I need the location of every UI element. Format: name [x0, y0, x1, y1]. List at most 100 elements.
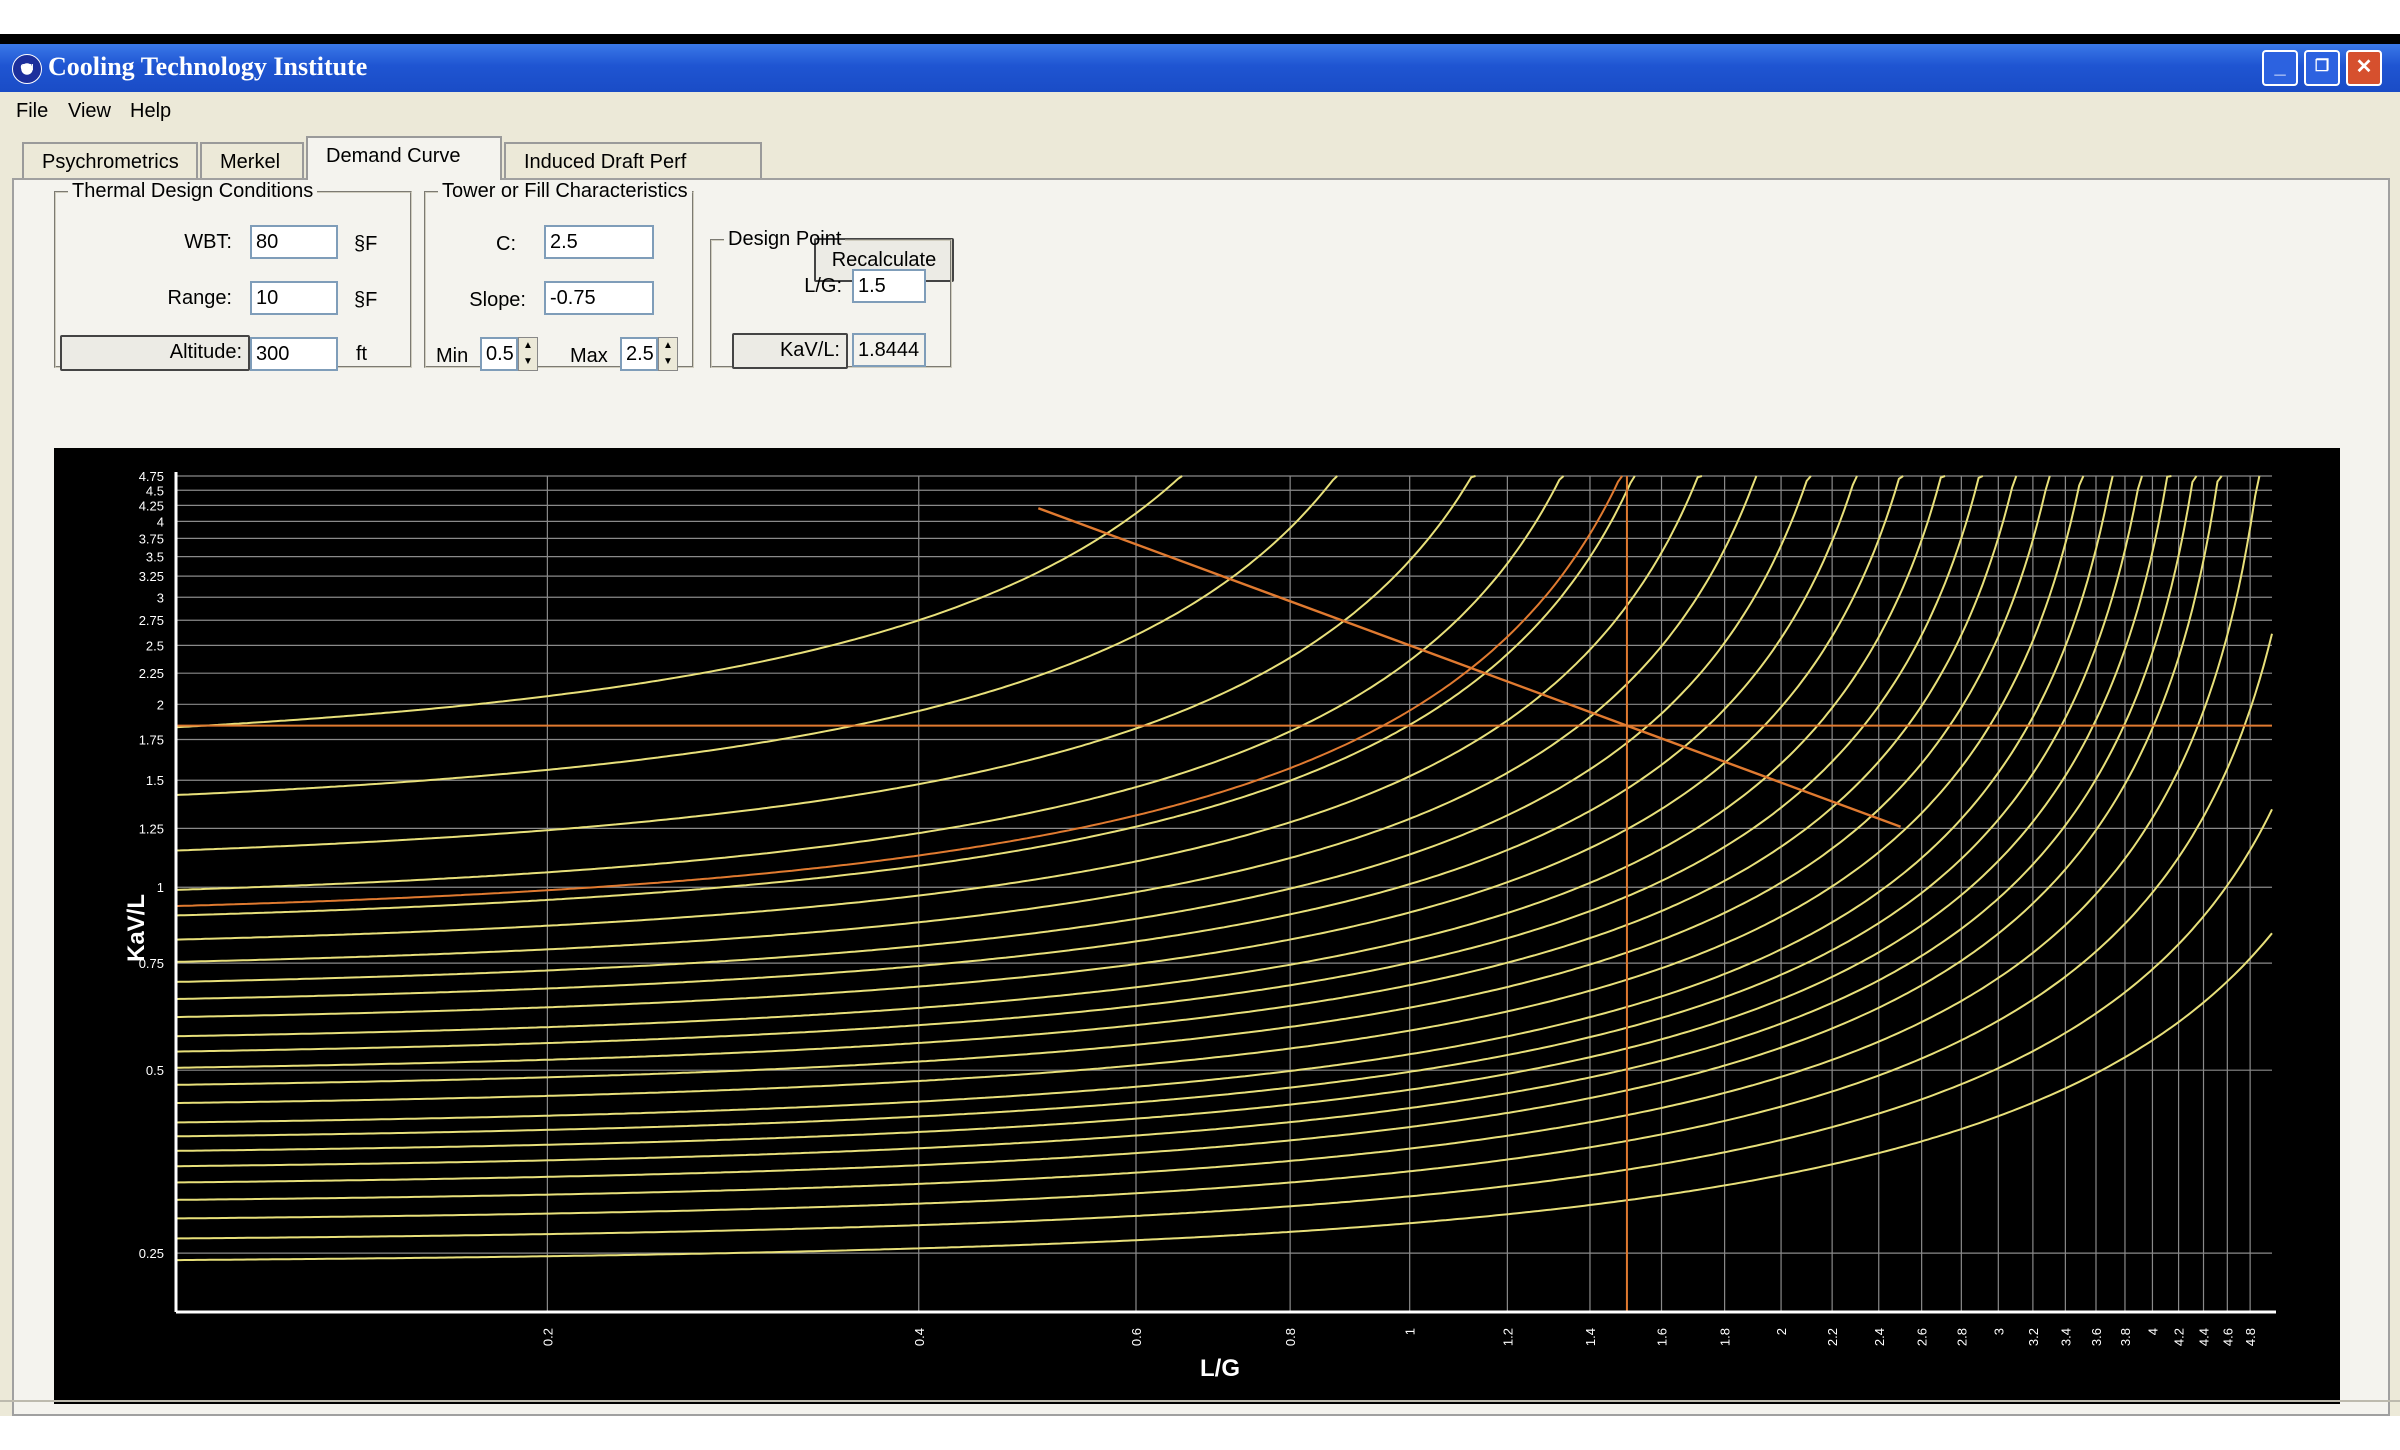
max-input[interactable]: 2.5	[620, 337, 658, 371]
spin-down-icon: ▼	[663, 356, 673, 367]
altitude-button[interactable]: Altitude:	[60, 335, 250, 371]
demand-curve-line	[175, 475, 2261, 1201]
tab-psychrometrics[interactable]: Psychrometrics	[22, 142, 198, 178]
x-tick-label: 4.2	[2172, 1328, 2187, 1346]
slope-input[interactable]: -0.75	[544, 281, 654, 315]
spin-down-icon: ▼	[523, 356, 533, 367]
x-tick-label: 1.6	[1655, 1328, 1670, 1346]
tab-induced-draft-perf-curve[interactable]: Induced Draft Perf Curve	[504, 142, 762, 209]
x-tick-label: 0.4	[912, 1328, 927, 1346]
wbt-unit: §F	[354, 233, 378, 255]
y-tick-label: 1	[157, 880, 164, 895]
x-tick-label: 3.2	[2026, 1328, 2041, 1346]
minimize-icon: _	[2274, 56, 2286, 78]
x-tick-label: 2.2	[1825, 1328, 1840, 1346]
menu-bar: File View Help	[0, 92, 2400, 128]
demand-curve-line	[175, 475, 1636, 917]
c-input[interactable]: 2.5	[544, 225, 654, 259]
x-tick-label: 2.4	[1872, 1328, 1887, 1346]
menu-file[interactable]: File	[16, 100, 48, 123]
x-tick-label: 3	[1991, 1328, 2006, 1335]
app-window: CTI Cooling Technology Institute _ ❐ ✕ F…	[0, 34, 2400, 1416]
demand-curve-chart: 0.2 0.4 0.6 0.8 1 1.2 1.4 1.6 1.8 2 2.2 2.4 2.6 2.8 3 3…	[54, 448, 2340, 1404]
y-tick-label: 4.75	[139, 469, 164, 484]
minimize-button[interactable]: _	[2262, 50, 2298, 86]
x-tick-label: 0.8	[1283, 1328, 1298, 1346]
y-tick-label: 0.25	[139, 1246, 164, 1261]
tab-strip: Psychrometrics Merkel Demand Curve Induc…	[22, 136, 1222, 209]
tower-characteristics-legend: Tower or Fill Characteristics	[442, 180, 688, 202]
altitude-input[interactable]: 300	[250, 337, 338, 371]
status-bar	[0, 1400, 2400, 1428]
demand-curve-line	[175, 475, 2223, 1184]
menu-help[interactable]: Help	[130, 100, 171, 123]
range-input[interactable]: 10	[250, 281, 338, 315]
characteristic-line	[1037, 507, 1902, 828]
range-unit: §F	[354, 289, 378, 311]
x-tick-label: 0.2	[540, 1328, 555, 1346]
spin-up-icon: ▲	[663, 340, 673, 351]
y-tick-label: 3.5	[146, 550, 164, 565]
tab-demand-curve[interactable]: Demand Curve	[306, 136, 502, 180]
x-tick-label: 3.8	[2118, 1328, 2133, 1346]
demand-curve-line	[175, 475, 2172, 1152]
x-tick-label: 4.6	[2220, 1328, 2235, 1346]
x-tick-label: 2.6	[1915, 1328, 1930, 1346]
x-tick-label: 4	[2145, 1328, 2160, 1335]
altitude-unit: ft	[356, 343, 368, 365]
tab-merkel[interactable]: Merkel	[200, 142, 304, 178]
y-tick-label: 3.75	[139, 531, 164, 546]
slope-label: Slope:	[469, 289, 526, 311]
app-logo-icon: CTI	[12, 54, 42, 84]
x-tick-label: 2.8	[1954, 1328, 1969, 1346]
c-label: C:	[496, 233, 516, 255]
y-tick-label: 3.25	[139, 569, 164, 584]
y-tick-label: 4.5	[146, 483, 164, 498]
x-tick-label: 4.8	[2243, 1328, 2258, 1346]
close-icon: ✕	[2355, 56, 2373, 78]
x-tick-label: 1	[1403, 1328, 1418, 1335]
demand-curve-line	[175, 475, 1984, 1053]
max-spinner[interactable]: ▲ ▼	[658, 337, 678, 371]
range-label: Range:	[167, 287, 233, 309]
y-tick-label: 1.5	[146, 773, 164, 788]
wbt-input[interactable]: 80	[250, 225, 338, 259]
y-tick-label: 2.75	[139, 613, 164, 628]
min-label: Min	[436, 345, 469, 367]
y-tick-label: 1.75	[139, 733, 164, 748]
lg-label: L/G:	[804, 275, 842, 297]
y-tick-label: 3	[157, 590, 164, 605]
min-input[interactable]: 0.5	[480, 337, 518, 371]
demand-curve-line	[175, 475, 1858, 1000]
close-button[interactable]: ✕	[2346, 50, 2382, 86]
x-tick-label: 0.6	[1129, 1328, 1144, 1346]
demand-curves	[175, 475, 2273, 1262]
x-tick-label: 4.4	[2197, 1328, 2212, 1346]
y-tick-label: 2.5	[146, 638, 164, 653]
min-spinner[interactable]: ▲ ▼	[518, 337, 538, 371]
design-point-legend: Design Point	[728, 228, 842, 250]
window-title: Cooling Technology Institute	[48, 52, 368, 81]
menu-view[interactable]: View	[68, 100, 111, 123]
y-tick-label: 1.25	[139, 821, 164, 836]
spin-up-icon: ▲	[523, 340, 533, 351]
kavl-output: 1.8444	[852, 333, 926, 367]
x-tick-label: 3.4	[2058, 1328, 2073, 1346]
demand-curve-line	[176, 475, 2198, 1168]
y-tick-label: 4.25	[139, 498, 164, 513]
chart-svg: 0.2 0.4 0.6 0.8 1 1.2 1.4 1.6 1.8 2 2.2 2.4 2.6 2.8 3 3…	[123, 469, 2276, 1382]
y-tick-label: 4	[157, 514, 164, 529]
x-tick-label: 3.6	[2089, 1328, 2104, 1346]
tower-characteristics-group: Tower or Fill Characteristics C: 2.5 Slo…	[424, 180, 694, 371]
x-tick-label: 1.4	[1583, 1328, 1598, 1346]
max-label: Max	[570, 345, 608, 367]
demand-curve-line	[175, 475, 1476, 852]
title-bar[interactable]: CTI Cooling Technology Institute _ ❐ ✕	[0, 44, 2400, 92]
y-tick-label: 2	[157, 697, 164, 712]
design-point-group: Design Point L/G: 1.5 KaV/L: 1.8444	[710, 228, 952, 369]
restore-button[interactable]: ❐	[2304, 50, 2340, 86]
lg-input[interactable]: 1.5	[852, 269, 926, 303]
kavl-button[interactable]: KaV/L:	[732, 333, 848, 369]
x-tick-label: 1.8	[1718, 1328, 1733, 1346]
restore-icon: ❐	[2314, 58, 2330, 75]
